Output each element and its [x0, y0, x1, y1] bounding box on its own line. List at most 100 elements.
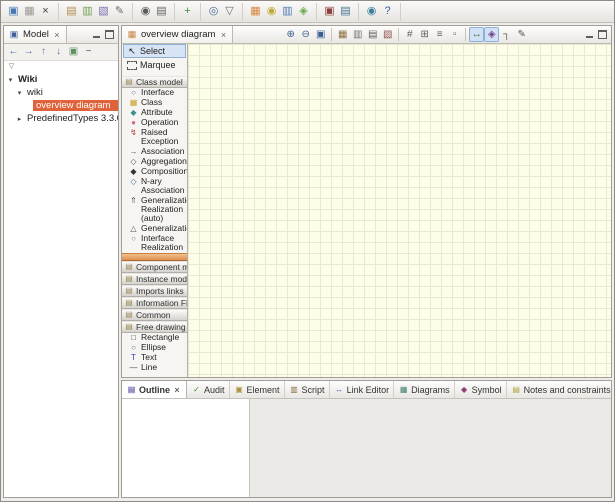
tab-outline[interactable]: ▤Outline×	[122, 381, 187, 398]
close-icon[interactable]: ×	[172, 385, 182, 395]
diagram-canvas[interactable]	[188, 44, 611, 377]
palette-tool-marquee[interactable]: Marquee	[123, 58, 186, 72]
palette-item-label: Generalizatio... Realization (auto)	[141, 196, 186, 223]
palette-item-n-ary-association[interactable]: ◇N-ary Association	[122, 177, 187, 196]
palette-tool-select[interactable]: ↖Select	[123, 44, 186, 58]
web-browser-icon[interactable]: ◉	[364, 4, 379, 19]
add-element-icon[interactable]: +	[180, 4, 195, 19]
save-icon[interactable]: ▦	[22, 4, 37, 19]
palette-section-information-flo[interactable]: ▤Information Flo...	[122, 297, 187, 309]
tree-item-wiki[interactable]: ▾Wiki	[4, 73, 118, 86]
navigate-into-icon[interactable]: ↓	[51, 45, 66, 59]
model-tree: ▾Wiki▾wikioverview diagram▸PredefinedTyp…	[4, 72, 118, 497]
palette-section-component-mo[interactable]: ▤Component mo...	[122, 261, 187, 273]
new-document-icon[interactable]: ▧	[96, 4, 111, 19]
smart-links-icon[interactable]: ↔	[469, 27, 484, 42]
filter-icon[interactable]: ▽	[222, 4, 237, 19]
copy-image-icon[interactable]: ▥	[350, 27, 365, 42]
palette-tool-label: Marquee	[140, 60, 183, 70]
zoom-fit-icon[interactable]: ▣	[313, 27, 328, 42]
palette-section-label: Instance model	[136, 274, 187, 284]
print-icon[interactable]: ▤	[154, 4, 169, 19]
export-image-icon[interactable]: ▧	[380, 27, 395, 42]
outline-view-content[interactable]	[122, 399, 250, 497]
properties-view-icon[interactable]: ✎	[514, 27, 529, 42]
show-grid-icon[interactable]: #	[402, 27, 417, 42]
palette-section-common[interactable]: ▤Common	[122, 309, 187, 321]
palette-item-label: Operation	[141, 118, 186, 127]
create-bpmn-diagram-icon[interactable]: ◈	[296, 4, 311, 19]
show-rulers-icon[interactable]: ≡	[432, 27, 447, 42]
expander-icon[interactable]: ▾	[6, 76, 15, 84]
tab-diagrams[interactable]: ▦Diagrams	[394, 381, 455, 398]
toolbar-group: ▦◉▥◈	[246, 3, 317, 21]
script-console-icon[interactable]: ▤	[338, 4, 353, 19]
maximize-icon[interactable]	[105, 30, 114, 39]
zoom-out-icon[interactable]: ⊖	[298, 27, 313, 42]
properties-icon[interactable]: ✎	[112, 4, 127, 19]
palette-section-imports-links[interactable]: ▤Imports links	[122, 285, 187, 297]
palette-scrolled-section-header[interactable]	[122, 253, 187, 261]
rectangle-icon: □	[128, 333, 139, 342]
create-sequence-diagram-icon[interactable]: ▥	[280, 4, 295, 19]
search-icon[interactable]: ◎	[206, 4, 221, 19]
tab-audit[interactable]: ✓Audit	[187, 381, 230, 398]
editor-window-buttons	[581, 26, 611, 43]
tab-symbol[interactable]: ◆Symbol	[455, 381, 507, 398]
tab-link-editor[interactable]: ↔Link Editor	[330, 381, 395, 398]
palette-item-generalizatio-realization-auto[interactable]: ⇑Generalizatio... Realization (auto)	[122, 196, 187, 224]
tab-element[interactable]: ▣Element	[230, 381, 285, 398]
create-class-diagram-icon[interactable]: ▦	[248, 4, 263, 19]
auto-layout-icon[interactable]: ◈	[484, 27, 499, 42]
model-panel-window-buttons	[88, 26, 118, 43]
open-icon[interactable]: ▤	[64, 4, 79, 19]
cursor-icon: ↖	[126, 46, 138, 57]
audit-model-icon[interactable]: ▣	[322, 4, 337, 19]
new-diagram-icon[interactable]: ▥	[80, 4, 95, 19]
help-icon[interactable]: ?	[380, 4, 395, 19]
tree-item-wiki[interactable]: ▾wiki	[4, 86, 118, 99]
zoom-in-icon[interactable]: ⊕	[283, 27, 298, 42]
tree-item-label: Wiki	[15, 74, 40, 85]
model-view-tab[interactable]: ▣ Model ×	[4, 26, 67, 43]
expander-icon[interactable]: ▾	[15, 89, 24, 97]
palette-section-instance-model[interactable]: ▤Instance model	[122, 273, 187, 285]
expander-icon[interactable]: ▸	[15, 115, 24, 123]
link-style-icon[interactable]: ┐	[499, 27, 514, 42]
navigate-up-icon[interactable]: ↑	[36, 45, 51, 59]
snapshot-icon[interactable]: ◉	[138, 4, 153, 19]
save-image-icon[interactable]: ▦	[335, 27, 350, 42]
marquee-icon	[126, 60, 138, 71]
tab-script[interactable]: ▥Script	[285, 381, 330, 398]
navigate-forward-icon[interactable]: →	[21, 45, 36, 59]
maximize-icon[interactable]	[598, 30, 607, 39]
collapse-all-icon[interactable]: −	[81, 45, 96, 59]
delete-icon[interactable]: ×	[38, 4, 53, 19]
navigate-back-icon[interactable]: ←	[6, 45, 21, 59]
new-window-icon[interactable]: ▣	[6, 4, 21, 19]
class-icon: ▦	[128, 98, 139, 107]
model-filter-row: ▽	[4, 61, 118, 72]
script-icon: ▥	[289, 384, 300, 395]
palette-item-interface-realization[interactable]: ○Interface Realization	[122, 234, 187, 253]
palette-section-label: Information Flo...	[136, 298, 187, 308]
editor-tab-overview-diagram[interactable]: ▦ overview diagram ×	[122, 26, 233, 43]
close-icon[interactable]: ×	[52, 30, 62, 40]
link-with-selection-icon[interactable]: ▣	[66, 45, 81, 59]
tree-item-overview-diagram[interactable]: overview diagram	[4, 99, 118, 112]
tab-notes-and-constraints[interactable]: ▤Notes and constraints	[507, 381, 611, 398]
tab-label: Symbol	[472, 385, 502, 395]
page-breaks-icon[interactable]: ▫	[447, 27, 462, 42]
pin-icon[interactable]: ◈	[185, 78, 187, 87]
close-icon[interactable]: ×	[218, 30, 228, 40]
minimize-icon[interactable]	[92, 30, 101, 39]
palette-item-line[interactable]: —Line	[122, 363, 187, 373]
print-diagram-icon[interactable]: ▤	[365, 27, 380, 42]
minimize-icon[interactable]	[585, 30, 594, 39]
bottom-views-panel: ▤Outline×✓Audit▣Element▥Script↔Link Edit…	[121, 380, 612, 498]
tree-item-predefinedtypes-3-3-00[interactable]: ▸PredefinedTypes 3.3.00	[4, 112, 118, 125]
create-usecase-diagram-icon[interactable]: ◉	[264, 4, 279, 19]
palette-section-label: Class model	[136, 77, 183, 87]
snap-to-grid-icon[interactable]: ⊞	[417, 27, 432, 42]
palette-item-raised-exception[interactable]: ↯Raised Exception	[122, 128, 187, 147]
